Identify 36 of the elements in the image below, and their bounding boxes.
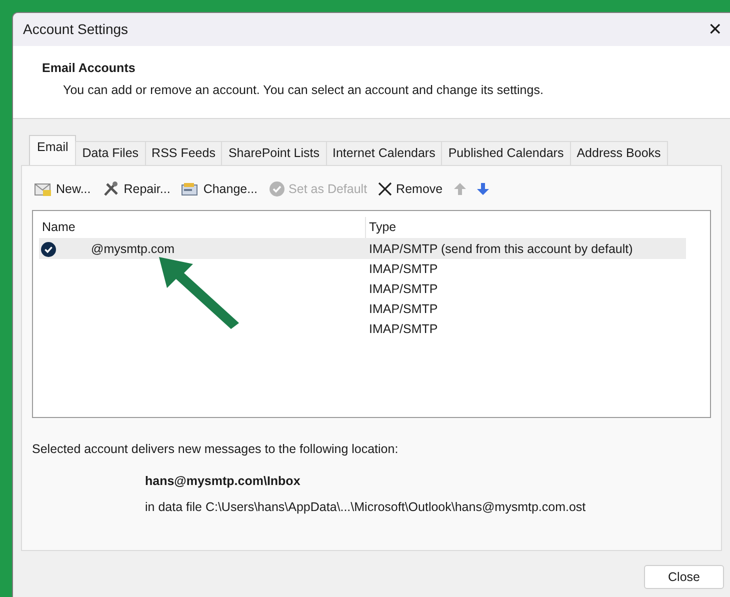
tools-icon bbox=[102, 181, 120, 197]
account-row[interactable]: IMAP/SMTP bbox=[39, 259, 686, 279]
account-row[interactable]: IMAP/SMTP bbox=[39, 279, 686, 299]
account-row[interactable]: IMAP/SMTP bbox=[39, 319, 686, 339]
change-button[interactable]: Change... bbox=[181, 180, 258, 198]
remove-button[interactable]: Remove bbox=[378, 180, 443, 198]
location-file: in data file C:\Users\hans\AppData\...\Microsoft\Outlook\hans@mysmtp.com.ost bbox=[144, 498, 587, 516]
up-arrow-icon bbox=[454, 183, 466, 195]
close-icon bbox=[378, 182, 392, 196]
card-icon bbox=[181, 181, 200, 197]
table-cell-text: IMAP/SMTP (send from this account by default) bbox=[368, 240, 633, 258]
section-description: You can add or remove an account. You can select an account and change its settings. bbox=[62, 82, 544, 99]
tab[interactable]: Data Files bbox=[75, 141, 146, 165]
section-title: Email Accounts bbox=[42, 60, 136, 77]
repair-button[interactable]: Repair... bbox=[102, 180, 170, 198]
envelope-icon bbox=[34, 181, 52, 197]
table-cell-text: IMAP/SMTP bbox=[368, 280, 438, 298]
location-folder: hans@mysmtp.com\Inbox bbox=[144, 472, 302, 490]
new-button[interactable]: New... bbox=[34, 180, 91, 198]
location-intro: Selected account delivers new messages to the following location: bbox=[32, 441, 400, 458]
check-circle-icon bbox=[268, 181, 285, 197]
window-title: Account Settings bbox=[23, 20, 128, 39]
tab[interactable]: Address Books bbox=[570, 141, 668, 165]
close-button[interactable]: ✕ bbox=[704, 21, 726, 38]
account-row[interactable]: IMAP/SMTP bbox=[39, 299, 686, 319]
down-arrow-icon bbox=[476, 183, 489, 195]
table-cell-text: IMAP/SMTP bbox=[368, 300, 438, 318]
column-header: Name bbox=[39, 217, 366, 238]
down-button[interactable] bbox=[476, 183, 489, 195]
table-cell-text: @mysmtp.com bbox=[91, 240, 175, 258]
account-row[interactable]: @mysmtp.com IMAP/SMTP (send from this account by default) bbox=[39, 239, 686, 259]
table-cell-text: IMAP/SMTP bbox=[368, 260, 438, 278]
table-cell-text: IMAP/SMTP bbox=[368, 320, 438, 338]
column-header: Type bbox=[368, 219, 398, 236]
tab[interactable]: Email bbox=[29, 135, 76, 165]
close-dialog-button[interactable]: Close bbox=[644, 565, 724, 589]
